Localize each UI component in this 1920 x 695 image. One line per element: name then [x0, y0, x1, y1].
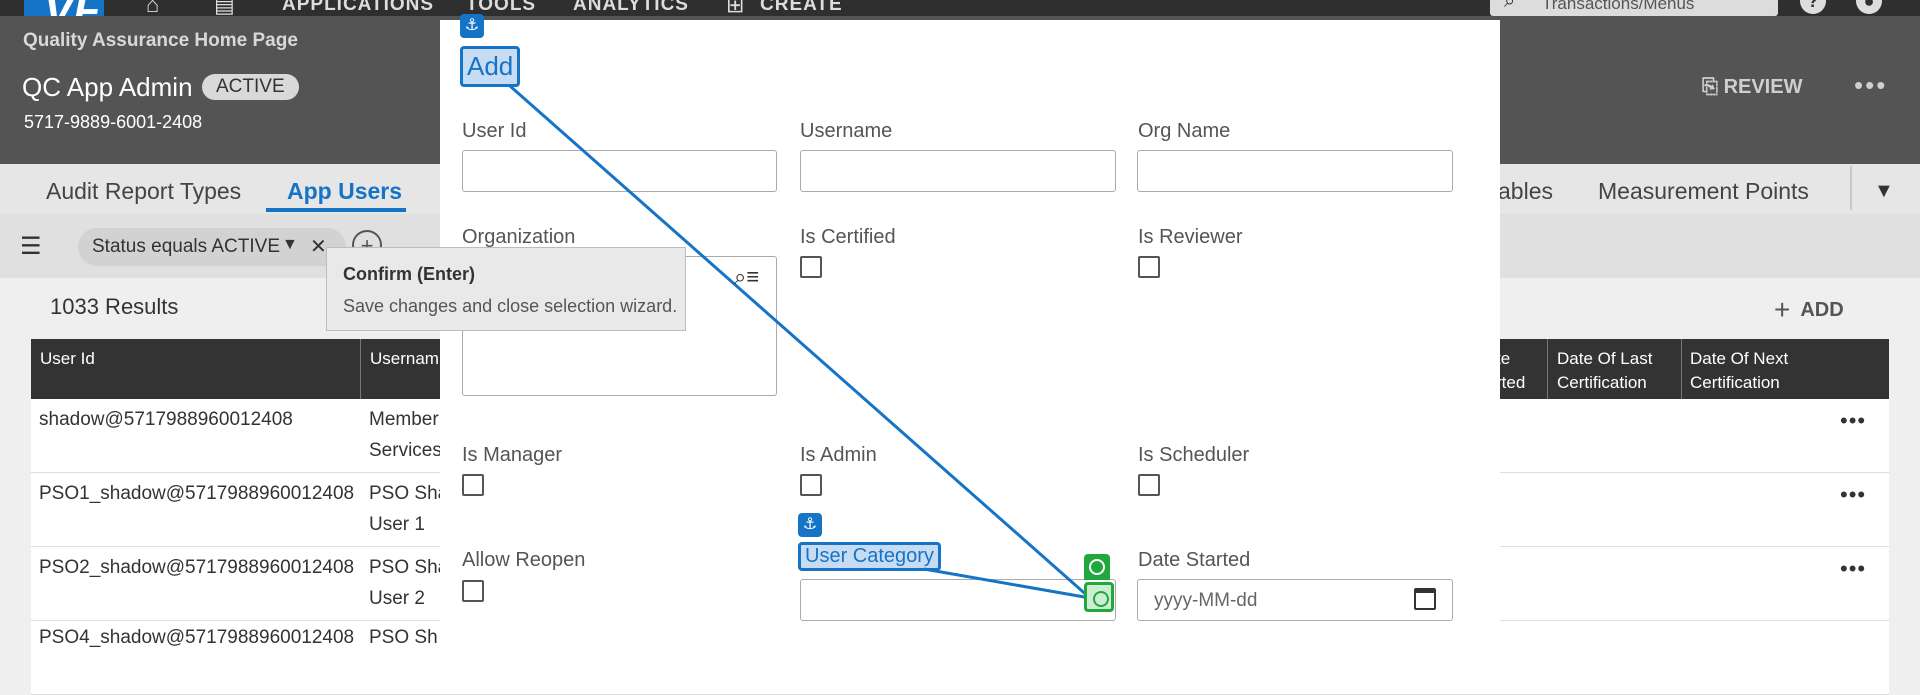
- nav-create[interactable]: CREATE: [760, 0, 843, 16]
- more-options-icon[interactable]: •••: [1854, 70, 1887, 101]
- cell-user-id: PSO1_shadow@5717988960012408: [39, 483, 355, 504]
- close-icon[interactable]: ✕: [310, 234, 327, 259]
- add-button[interactable]: + ADD: [1774, 294, 1844, 326]
- is-scheduler-checkbox[interactable]: [1138, 474, 1160, 496]
- column-header-username[interactable]: Usernam: [370, 347, 439, 371]
- is-reviewer-label: Is Reviewer: [1138, 226, 1243, 248]
- is-scheduler-label: Is Scheduler: [1138, 444, 1250, 466]
- cell-user-id: PSO2_shadow@5717988960012408: [39, 557, 355, 578]
- add-label: ADD: [1800, 299, 1844, 321]
- column-divider: [1547, 339, 1548, 399]
- status-badge: ACTIVE: [202, 74, 299, 100]
- plus-icon: +: [1774, 294, 1791, 325]
- review-button[interactable]: ⎘ REVIEW: [1702, 76, 1802, 99]
- tooltip-text: Save changes and close selection wizard.: [343, 296, 678, 316]
- results-count: 1033 Results: [50, 294, 179, 319]
- allow-reopen-checkbox[interactable]: [462, 580, 484, 602]
- row-more-icon[interactable]: •••: [1840, 556, 1866, 582]
- nav-analytics[interactable]: ANALYTICS: [573, 0, 689, 16]
- search-icon: ⌕: [1504, 0, 1516, 12]
- user-id-input[interactable]: [462, 150, 777, 192]
- cell-username: PSO Sha User 1: [369, 483, 449, 535]
- is-manager-label: Is Manager: [462, 444, 563, 466]
- org-name-label: Org Name: [1138, 120, 1231, 142]
- confirm-tooltip: Confirm (Enter) Save changes and close s…: [326, 247, 686, 331]
- date-started-label: Date Started: [1138, 549, 1251, 571]
- cell-user-id: PSO4_shadow@5717988960012408: [39, 627, 355, 648]
- user-id-label: User Id: [462, 120, 527, 142]
- target-marker-icon: [1084, 554, 1110, 580]
- column-header-date-started[interactable]: te rted: [1496, 347, 1525, 395]
- column-header-date-of-last-certification[interactable]: Date Of Last Certification: [1557, 347, 1652, 395]
- calendar-icon[interactable]: [1414, 588, 1436, 610]
- user-category-input[interactable]: [800, 579, 1116, 621]
- cell-username: PSO Sha User 2: [369, 557, 449, 609]
- tab-divider: [1850, 166, 1852, 210]
- date-started-input[interactable]: yyyy-MM-dd: [1137, 579, 1453, 621]
- is-admin-label: Is Admin: [800, 444, 877, 466]
- nav-applications[interactable]: APPLICATIONS: [282, 0, 434, 16]
- row-more-icon[interactable]: •••: [1840, 408, 1866, 434]
- global-search-input[interactable]: ⌕ Transactions/Menus: [1490, 0, 1778, 16]
- is-certified-label: Is Certified: [800, 226, 896, 248]
- tooltip-title: Confirm (Enter): [343, 264, 475, 284]
- username-input[interactable]: [800, 150, 1116, 192]
- page-title: QC App Admin: [22, 72, 193, 102]
- tab-measurement-points[interactable]: Measurement Points: [1598, 178, 1809, 205]
- tab-audit-report-types[interactable]: Audit Report Types: [46, 178, 241, 205]
- filter-chip[interactable]: Status equals ACTIVE ▼ ✕: [78, 228, 346, 266]
- organization-label: Organization: [462, 226, 576, 248]
- cell-username: PSO Sh: [369, 627, 438, 648]
- anchor-icon: ⚓: [460, 14, 484, 38]
- allow-reopen-label: Allow Reopen: [462, 549, 586, 571]
- column-header-date-of-next-certification[interactable]: Date Of Next Certification: [1690, 347, 1788, 395]
- column-header-user-id[interactable]: User Id: [40, 347, 95, 371]
- record-id: 5717-9889-6001-2408: [24, 112, 203, 132]
- filter-chip-label: Status equals ACTIVE: [92, 236, 280, 257]
- cell-username: Member Services: [369, 409, 442, 461]
- anchor-icon: ⚓: [798, 513, 822, 537]
- org-name-input[interactable]: [1137, 150, 1453, 192]
- tab-app-users[interactable]: App Users: [287, 178, 402, 205]
- user-category-label: User Category: [798, 542, 941, 571]
- column-divider: [360, 339, 361, 399]
- is-manager-checkbox[interactable]: [462, 474, 484, 496]
- cell-user-id: shadow@5717988960012408: [39, 409, 293, 430]
- tab-tables[interactable]: ables: [1498, 178, 1553, 205]
- crosshair-target-icon[interactable]: [1084, 582, 1114, 612]
- review-icon: ⎘: [1702, 76, 1724, 98]
- is-reviewer-checkbox[interactable]: [1138, 256, 1160, 278]
- row-more-icon[interactable]: •••: [1840, 482, 1866, 508]
- page-subtitle: Quality Assurance Home Page: [23, 30, 298, 51]
- is-certified-checkbox[interactable]: [800, 256, 822, 278]
- search-placeholder: Transactions/Menus: [1542, 0, 1695, 13]
- column-divider: [1681, 339, 1682, 399]
- username-label: Username: [800, 120, 893, 142]
- date-placeholder: yyyy-MM-dd: [1154, 590, 1258, 611]
- lookup-list-icon[interactable]: ⌕≡: [734, 264, 759, 290]
- dialog-title: Add: [460, 46, 521, 87]
- review-label: REVIEW: [1723, 76, 1803, 98]
- filter-icon[interactable]: ☰: [20, 232, 42, 261]
- is-admin-checkbox[interactable]: [800, 474, 822, 496]
- chevron-down-icon[interactable]: ▼: [282, 236, 298, 254]
- chevron-down-icon[interactable]: ▼: [1874, 180, 1894, 203]
- active-tab-indicator: [266, 208, 406, 212]
